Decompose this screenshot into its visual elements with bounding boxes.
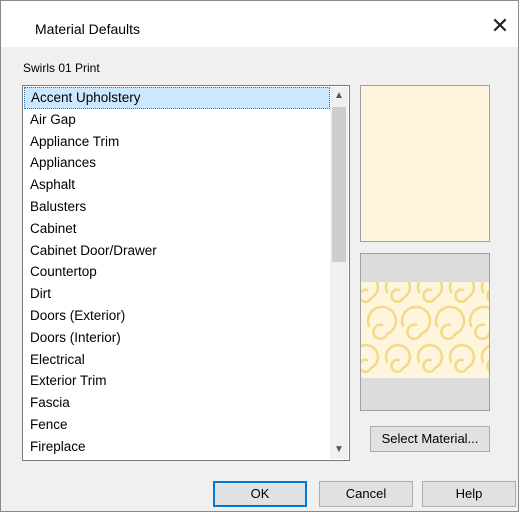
- cancel-button[interactable]: Cancel: [319, 481, 413, 507]
- current-material-label: Swirls 01 Print: [23, 61, 100, 75]
- list-item[interactable]: Fireplace: [24, 436, 330, 458]
- swirl-texture-image: [361, 282, 489, 378]
- ok-button[interactable]: OK: [213, 481, 307, 507]
- close-icon[interactable]: ✕: [482, 11, 518, 41]
- scroll-down-icon[interactable]: ▼: [330, 441, 348, 459]
- dialog-title: Material Defaults: [35, 21, 141, 37]
- vertical-scrollbar[interactable]: ▲ ▼: [330, 87, 348, 459]
- list-item[interactable]: Fascia: [24, 392, 330, 414]
- scroll-up-icon[interactable]: ▲: [330, 87, 348, 105]
- title-bar: Material Defaults ✕: [1, 1, 518, 47]
- list-item[interactable]: Doors (Interior): [24, 327, 330, 349]
- material-category-list[interactable]: Accent Upholstery Air Gap Appliance Trim Ap…: [22, 85, 350, 461]
- list-item[interactable]: Exterior Trim: [24, 370, 330, 392]
- list-item[interactable]: Dirt: [24, 283, 330, 305]
- list-item[interactable]: Accent Upholstery: [24, 87, 330, 109]
- list-item[interactable]: Countertop: [24, 261, 330, 283]
- list-items: Accent Upholstery Air Gap Appliance Trim Ap…: [24, 87, 330, 458]
- list-item[interactable]: Electrical: [24, 349, 330, 371]
- help-button[interactable]: Help: [422, 481, 516, 507]
- list-item[interactable]: Cabinet Door/Drawer: [24, 240, 330, 262]
- list-item[interactable]: Asphalt: [24, 174, 330, 196]
- material-defaults-dialog: Material Defaults ✕ Swirls 01 Print Acce…: [0, 0, 519, 512]
- material-texture-preview: [360, 253, 490, 411]
- list-item[interactable]: Appliances: [24, 152, 330, 174]
- list-item[interactable]: Doors (Exterior): [24, 305, 330, 327]
- list-item[interactable]: Fence: [24, 414, 330, 436]
- select-material-button[interactable]: Select Material...: [370, 426, 490, 452]
- scroll-thumb[interactable]: [332, 107, 346, 262]
- list-item[interactable]: Appliance Trim: [24, 131, 330, 153]
- list-item[interactable]: Air Gap: [24, 109, 330, 131]
- material-color-preview: [360, 85, 490, 242]
- list-item[interactable]: Balusters: [24, 196, 330, 218]
- list-item[interactable]: Cabinet: [24, 218, 330, 240]
